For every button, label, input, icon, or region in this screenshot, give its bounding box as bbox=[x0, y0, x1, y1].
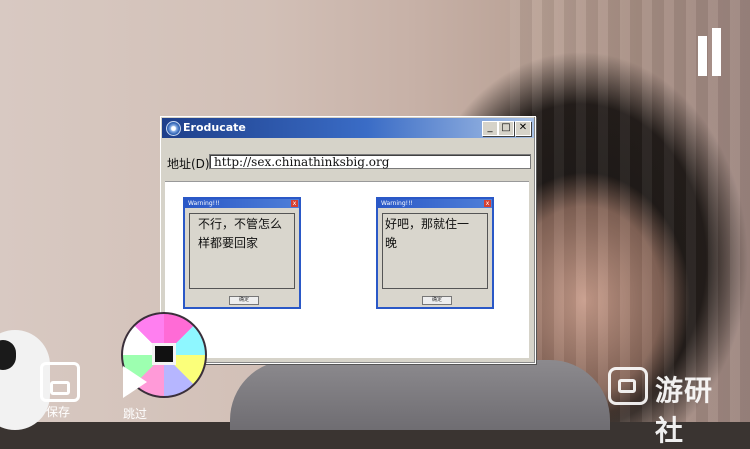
choice-dialog-home[interactable]: Warning!!! x 不行，不管怎么样都要回家 确定 bbox=[183, 197, 301, 309]
pause-icon-bar bbox=[712, 28, 721, 76]
window-titlebar[interactable]: Eroducate _ □ ✕ bbox=[162, 118, 534, 138]
play-icon[interactable] bbox=[123, 366, 147, 398]
pause-button[interactable] bbox=[698, 28, 724, 76]
choice-dialog-stay[interactable]: Warning!!! x 好吧，那就住一晚 确定 bbox=[376, 197, 494, 309]
dialog-title: Warning!!! bbox=[381, 200, 413, 207]
dialog-close-button[interactable]: x bbox=[484, 200, 491, 207]
dialog-choice-text[interactable]: 好吧，那就住一晚 bbox=[382, 213, 488, 289]
character-sweater bbox=[230, 360, 610, 430]
page-content: Warning!!! x 不行，不管怎么样都要回家 确定 Warning!!! … bbox=[165, 181, 529, 358]
dialog-titlebar: Warning!!! x bbox=[378, 199, 492, 208]
address-label: 地址(D) bbox=[167, 157, 210, 171]
minimize-button[interactable]: _ bbox=[482, 121, 498, 136]
maximize-button[interactable]: □ bbox=[498, 121, 514, 136]
dialog-ok-button[interactable]: 确定 bbox=[422, 296, 452, 305]
dialog-titlebar: Warning!!! x bbox=[185, 199, 299, 208]
dialog-ok-button[interactable]: 确定 bbox=[229, 296, 259, 305]
save-icon[interactable] bbox=[40, 362, 80, 402]
cd-center bbox=[152, 343, 176, 365]
skip-label[interactable]: 跳过 bbox=[123, 405, 147, 422]
save-label[interactable]: 保存 bbox=[46, 403, 70, 420]
browser-icon bbox=[166, 121, 181, 136]
site-logo: 游研社 bbox=[608, 365, 738, 447]
pause-icon bbox=[698, 36, 707, 76]
address-input[interactable]: http://sex.chinathinksbig.org bbox=[209, 154, 531, 169]
logo-text: 游研社 bbox=[655, 374, 714, 447]
window-title: Eroducate bbox=[183, 121, 246, 134]
close-button[interactable]: ✕ bbox=[515, 121, 531, 136]
dialog-title: Warning!!! bbox=[188, 200, 220, 207]
dialog-choice-text[interactable]: 不行，不管怎么样都要回家 bbox=[189, 213, 295, 289]
dialog-close-button[interactable]: x bbox=[291, 200, 298, 207]
gamepad-icon bbox=[608, 367, 648, 405]
browser-window: Eroducate _ □ ✕ 地址(D) http://sex.chinath… bbox=[160, 116, 536, 364]
